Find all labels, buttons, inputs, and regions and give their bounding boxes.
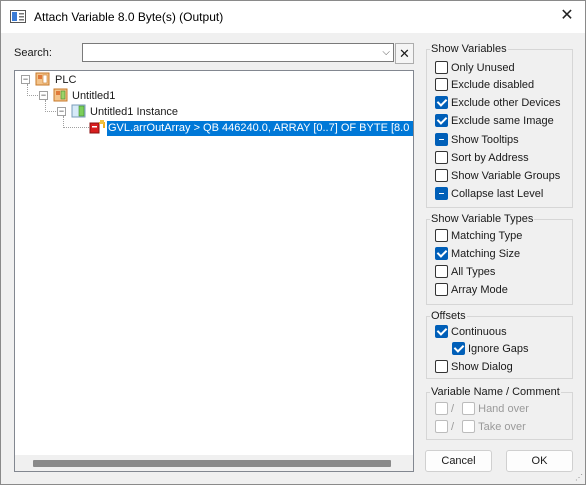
clear-search-button[interactable]: ✕ xyxy=(395,43,414,64)
option-label: Collapse last Level xyxy=(451,188,544,200)
variable-name-comment-title: Variable Name / Comment xyxy=(430,386,561,399)
window-icon xyxy=(10,10,26,23)
offsets-group: Offsets Continuous Ignore Gaps Show Dial… xyxy=(426,310,573,379)
tree-node-instance[interactable]: Untitled1 Instance xyxy=(90,105,178,119)
option-label: Ignore Gaps xyxy=(468,343,529,355)
variable-tree[interactable]: − PLC − Untitled1 − Untitled1 Instance G… xyxy=(14,70,414,472)
matching-type-checkbox[interactable]: Matching Type xyxy=(435,228,523,245)
indeterminate-icon xyxy=(435,186,448,200)
checkmark-icon xyxy=(452,341,465,355)
matching-size-checkbox[interactable]: Matching Size xyxy=(435,246,521,263)
exclude-same-image-checkbox[interactable]: Exclude same Image xyxy=(435,113,554,130)
show-variable-groups-checkbox[interactable]: Show Variable Groups xyxy=(435,168,561,185)
ok-button[interactable]: OK xyxy=(506,450,573,472)
checkmark-icon xyxy=(435,113,448,127)
cancel-button[interactable]: Cancel xyxy=(425,450,492,472)
search-input[interactable]: ⌵ xyxy=(82,43,394,62)
checkbox-box xyxy=(435,168,448,182)
tree-node-untitled1[interactable]: Untitled1 xyxy=(72,89,115,103)
show-variable-types-title: Show Variable Types xyxy=(430,213,535,226)
separator-label: / xyxy=(451,403,455,415)
hand-over-row: / Hand over xyxy=(435,401,529,418)
expand-toggle-instance[interactable]: − xyxy=(57,107,66,116)
option-label: Continuous xyxy=(451,326,507,338)
only-unused-checkbox[interactable]: Only Unused xyxy=(435,60,515,77)
collapse-last-level-checkbox[interactable]: Collapse last Level xyxy=(435,186,544,203)
show-variables-group: Show Variables Only Unused Exclude disab… xyxy=(426,43,573,208)
continuous-checkbox[interactable]: Continuous xyxy=(435,324,507,341)
checkbox-box xyxy=(435,264,448,278)
checkbox-box xyxy=(435,359,448,373)
attach-variable-dialog: Attach Variable 8.0 Byte(s) (Output) ✕ S… xyxy=(0,0,586,485)
output-variable-icon xyxy=(89,120,105,134)
show-variables-title: Show Variables xyxy=(430,43,508,56)
option-label: Array Mode xyxy=(451,284,508,296)
checkbox-box xyxy=(435,150,448,164)
search-label: Search: xyxy=(14,47,52,59)
option-label: Matching Size xyxy=(451,248,521,260)
chevron-down-icon[interactable]: ⌵ xyxy=(382,44,390,61)
close-icon[interactable]: ✕ xyxy=(549,1,585,31)
hand-over-checkbox[interactable] xyxy=(462,401,476,415)
option-label: Only Unused xyxy=(451,62,515,74)
hand-over-label: Hand over xyxy=(478,403,529,415)
tree-node-selected-variable[interactable]: GVL.arrOutArray > QB 446240.0, ARRAY [0.… xyxy=(107,121,413,136)
option-label: All Types xyxy=(451,266,496,278)
exclude-disabled-checkbox[interactable]: Exclude disabled xyxy=(435,77,535,94)
horizontal-scrollbar[interactable] xyxy=(15,455,413,471)
exclude-other-devices-checkbox[interactable]: Exclude other Devices xyxy=(435,95,561,112)
checkmark-icon xyxy=(435,246,448,260)
checkbox-box xyxy=(435,77,448,91)
scrollbar-thumb[interactable] xyxy=(33,460,391,467)
checkbox-box xyxy=(435,228,448,242)
option-label: Matching Type xyxy=(451,230,523,242)
offsets-title: Offsets xyxy=(430,310,467,323)
option-label: Exclude same Image xyxy=(451,115,554,127)
option-label: Show Tooltips xyxy=(451,134,519,146)
instance-icon xyxy=(71,104,86,118)
expand-toggle-plc[interactable]: − xyxy=(21,75,30,84)
option-label: Sort by Address xyxy=(451,152,529,164)
checkmark-icon xyxy=(435,324,448,338)
show-dialog-checkbox[interactable]: Show Dialog xyxy=(435,359,513,376)
ignore-gaps-checkbox[interactable]: Ignore Gaps xyxy=(452,341,529,358)
take-over-row: / Take over xyxy=(435,419,526,436)
take-over-label: Take over xyxy=(478,421,526,433)
option-label: Show Dialog xyxy=(451,361,513,373)
sort-by-address-checkbox[interactable]: Sort by Address xyxy=(435,150,529,167)
device-icon xyxy=(53,88,68,102)
checkmark-icon xyxy=(435,95,448,109)
show-tooltips-checkbox[interactable]: Show Tooltips xyxy=(435,132,519,149)
separator-label: / xyxy=(451,421,455,433)
variable-name-checkbox[interactable] xyxy=(435,401,448,415)
option-label: Exclude disabled xyxy=(451,79,535,91)
show-variable-types-group: Show Variable Types Matching Type Matchi… xyxy=(426,213,573,305)
checkbox-box xyxy=(435,282,448,296)
checkbox-box xyxy=(435,60,448,74)
expand-toggle-untitled1[interactable]: − xyxy=(39,91,48,100)
take-over-checkbox[interactable] xyxy=(462,419,476,433)
variable-name-comment-group: Variable Name / Comment / Hand over / Ta… xyxy=(426,386,573,440)
array-mode-checkbox[interactable]: Array Mode xyxy=(435,282,508,299)
title-bar: Attach Variable 8.0 Byte(s) (Output) ✕ xyxy=(1,1,585,33)
option-label: Exclude other Devices xyxy=(451,97,561,109)
comment-checkbox[interactable] xyxy=(435,419,448,433)
window-title: Attach Variable 8.0 Byte(s) (Output) xyxy=(34,10,224,24)
plc-icon xyxy=(35,72,50,86)
resize-grip-icon[interactable]: ⋰ xyxy=(575,473,583,482)
all-types-checkbox[interactable]: All Types xyxy=(435,264,496,281)
option-label: Show Variable Groups xyxy=(451,170,561,182)
tree-node-plc[interactable]: PLC xyxy=(55,73,76,87)
indeterminate-icon xyxy=(435,132,448,146)
